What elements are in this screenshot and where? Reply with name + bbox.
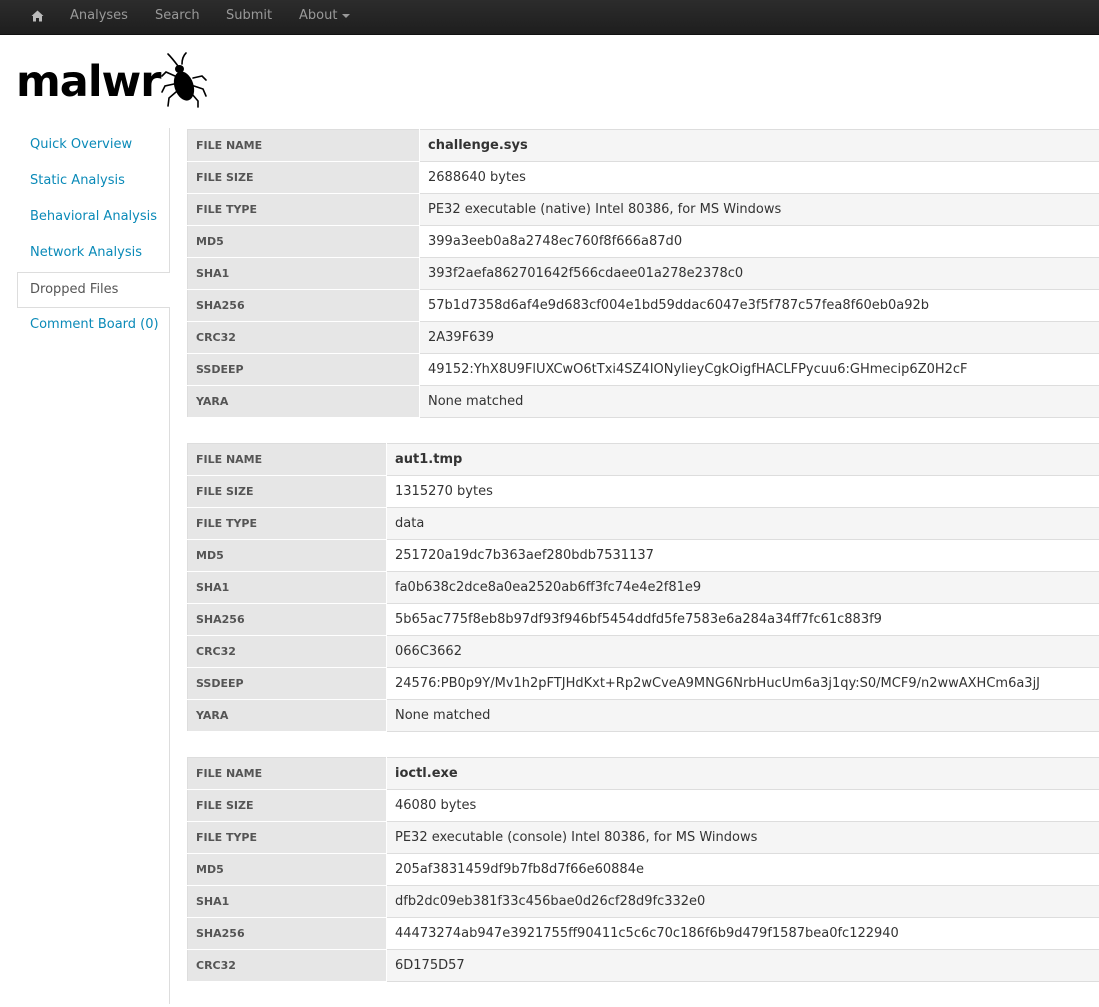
md5-value: 251720a19dc7b363aef280bdb7531137	[387, 540, 1099, 572]
nav-submit[interactable]: Submit	[226, 0, 272, 34]
file-size-row: FILE SIZE1315270 bytes	[188, 476, 1099, 508]
sha256-row: SHA25644473274ab947e3921755ff90411c5c6c7…	[188, 918, 1099, 950]
field-key: FILE SIZE	[188, 476, 387, 508]
field-key: MD5	[188, 226, 420, 258]
home-icon[interactable]	[28, 7, 46, 25]
nav-search[interactable]: Search	[155, 0, 200, 34]
field-key: CRC32	[188, 636, 387, 668]
md5-row: MD5205af3831459df9b7fb8d7f66e60884e	[188, 854, 1099, 886]
sha1-row: SHA1fa0b638c2dce8a0ea2520ab6ff3fc74e4e2f…	[188, 572, 1099, 604]
file-name-value: aut1.tmp	[387, 444, 1099, 476]
field-key: FILE NAME	[188, 758, 387, 790]
field-key: FILE NAME	[188, 130, 420, 162]
sha1-value: fa0b638c2dce8a0ea2520ab6ff3fc74e4e2f81e9	[387, 572, 1099, 604]
file-type-value: PE32 executable (console) Intel 80386, f…	[387, 822, 1099, 854]
sha256-value: 5b65ac775f8eb8b97df93f946bf5454ddfd5fe75…	[387, 604, 1099, 636]
file-name-row: FILE NAMEioctl.exe	[188, 758, 1099, 790]
sidebar-item-behavioral-analysis[interactable]: Behavioral Analysis	[17, 200, 169, 236]
file-size-value: 1315270 bytes	[387, 476, 1099, 508]
md5-row: MD5399a3eeb0a8a2748ec760f8f666a87d0	[188, 226, 1099, 258]
file-size-value: 46080 bytes	[387, 790, 1099, 822]
sidebar-item-comment-board[interactable]: Comment Board (0)	[17, 308, 169, 344]
sidebar-item-quick-overview[interactable]: Quick Overview	[17, 128, 169, 164]
ssdeep-value: 24576:PB0p9Y/Mv1h2pFTJHdKxt+Rp2wCveA9MNG…	[387, 668, 1099, 700]
field-key: SHA1	[188, 258, 420, 290]
field-key: SSDEEP	[188, 354, 420, 386]
sidebar-nav: Quick Overview Static Analysis Behaviora…	[17, 128, 170, 1004]
field-key: FILE SIZE	[188, 162, 420, 194]
file-table: FILE NAMEchallenge.sys FILE SIZE2688640 …	[187, 129, 1099, 418]
field-key: SHA256	[188, 918, 387, 950]
sha256-value: 57b1d7358d6af4e9d683cf004e1bd59ddac6047e…	[420, 290, 1099, 322]
crc32-value: 6D175D57	[387, 950, 1099, 982]
field-key: SHA256	[188, 290, 420, 322]
file-size-row: FILE SIZE46080 bytes	[188, 790, 1099, 822]
field-key: MD5	[188, 854, 387, 886]
crc32-row: CRC326D175D57	[188, 950, 1099, 982]
file-name-value: challenge.sys	[420, 130, 1099, 162]
sha1-row: SHA1393f2aefa862701642f566cdaee01a278e23…	[188, 258, 1099, 290]
field-key: MD5	[188, 540, 387, 572]
ssdeep-row: SSDEEP24576:PB0p9Y/Mv1h2pFTJHdKxt+Rp2wCv…	[188, 668, 1099, 700]
logo-text: malwr	[16, 60, 161, 104]
field-key: YARA	[188, 700, 387, 732]
file-type-row: FILE TYPEPE32 executable (console) Intel…	[188, 822, 1099, 854]
field-key: FILE TYPE	[188, 822, 387, 854]
field-key: CRC32	[188, 950, 387, 982]
field-key: FILE TYPE	[188, 508, 387, 540]
yara-row: YARANone matched	[188, 386, 1099, 418]
malwr-logo[interactable]: malwr	[16, 52, 208, 108]
field-key: SHA256	[188, 604, 387, 636]
crc32-value: 2A39F639	[420, 322, 1099, 354]
file-table: FILE NAMEioctl.exe FILE SIZE46080 bytes …	[187, 757, 1099, 982]
field-key: SSDEEP	[188, 668, 387, 700]
field-key: CRC32	[188, 322, 420, 354]
file-size-value: 2688640 bytes	[420, 162, 1099, 194]
crc32-row: CRC32066C3662	[188, 636, 1099, 668]
field-key: SHA1	[188, 886, 387, 918]
md5-value: 205af3831459df9b7fb8d7f66e60884e	[387, 854, 1099, 886]
sidebar-item-static-analysis[interactable]: Static Analysis	[17, 164, 169, 200]
ssdeep-value: 49152:YhX8U9FlUXCwO6tTxi4SZ4IONyIieyCgkO…	[420, 354, 1099, 386]
yara-row: YARANone matched	[188, 700, 1099, 732]
file-type-value: data	[387, 508, 1099, 540]
file-name-row: FILE NAMEchallenge.sys	[188, 130, 1099, 162]
sidebar-item-dropped-files[interactable]: Dropped Files	[17, 272, 170, 308]
yara-value: None matched	[387, 700, 1099, 732]
nav-analyses[interactable]: Analyses	[70, 0, 128, 34]
field-key: FILE NAME	[188, 444, 387, 476]
crc32-value: 066C3662	[387, 636, 1099, 668]
sha1-value: dfb2dc09eb381f33c456bae0d26cf28d9fc332e0	[387, 886, 1099, 918]
sha1-row: SHA1dfb2dc09eb381f33c456bae0d26cf28d9fc3…	[188, 886, 1099, 918]
file-type-value: PE32 executable (native) Intel 80386, fo…	[420, 194, 1099, 226]
file-type-row: FILE TYPEPE32 executable (native) Intel …	[188, 194, 1099, 226]
field-key: YARA	[188, 386, 420, 418]
sidebar-item-network-analysis[interactable]: Network Analysis	[17, 236, 169, 272]
top-navbar: Analyses Search Submit About	[0, 0, 1099, 35]
file-table: FILE NAMEaut1.tmp FILE SIZE1315270 bytes…	[187, 443, 1099, 732]
nav-about[interactable]: About	[299, 0, 350, 34]
sha256-value: 44473274ab947e3921755ff90411c5c6c70c186f…	[387, 918, 1099, 950]
nav-about-label: About	[299, 8, 337, 23]
crc32-row: CRC322A39F639	[188, 322, 1099, 354]
file-name-value: ioctl.exe	[387, 758, 1099, 790]
bug-icon	[160, 52, 208, 108]
sha1-value: 393f2aefa862701642f566cdaee01a278e2378c0	[420, 258, 1099, 290]
sha256-row: SHA2565b65ac775f8eb8b97df93f946bf5454ddf…	[188, 604, 1099, 636]
md5-row: MD5251720a19dc7b363aef280bdb7531137	[188, 540, 1099, 572]
ssdeep-row: SSDEEP49152:YhX8U9FlUXCwO6tTxi4SZ4IONyIi…	[188, 354, 1099, 386]
md5-value: 399a3eeb0a8a2748ec760f8f666a87d0	[420, 226, 1099, 258]
dropped-files-list: FILE NAMEchallenge.sys FILE SIZE2688640 …	[187, 129, 1099, 1007]
file-type-row: FILE TYPEdata	[188, 508, 1099, 540]
field-key: FILE SIZE	[188, 790, 387, 822]
field-key: FILE TYPE	[188, 194, 420, 226]
sha256-row: SHA25657b1d7358d6af4e9d683cf004e1bd59dda…	[188, 290, 1099, 322]
yara-value: None matched	[420, 386, 1099, 418]
file-name-row: FILE NAMEaut1.tmp	[188, 444, 1099, 476]
file-size-row: FILE SIZE2688640 bytes	[188, 162, 1099, 194]
caret-down-icon	[342, 14, 350, 18]
field-key: SHA1	[188, 572, 387, 604]
